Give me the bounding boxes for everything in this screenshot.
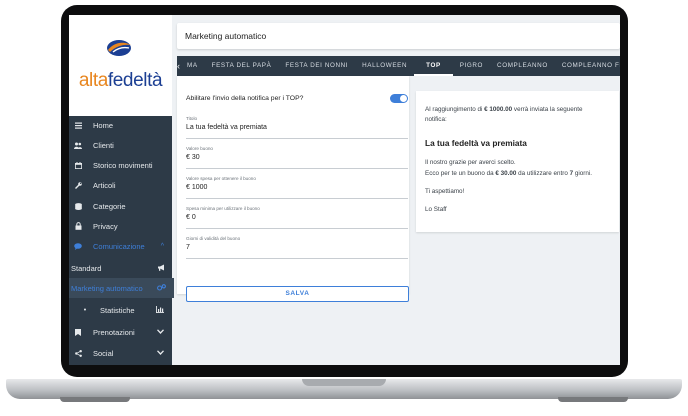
gears-icon <box>157 283 166 293</box>
sidebar-item-clienti[interactable]: Clienti <box>69 135 172 155</box>
tab-halloween[interactable]: HALLOWEEN <box>355 56 414 76</box>
megaphone-icon <box>158 264 166 273</box>
notification-form: Abilitare l'invio della notifica per i T… <box>177 76 409 302</box>
lock-icon <box>74 222 82 230</box>
sidebar-subitem-standard[interactable]: Standard <box>69 258 174 278</box>
bar-chart-icon <box>156 305 164 315</box>
share-icon <box>74 349 82 357</box>
sidebar-item-label: Articoli <box>93 180 116 190</box>
field-label: Valore buono <box>186 146 213 151</box>
page-header: Marketing automatico <box>177 23 620 49</box>
sidebar-item-label: Clienti <box>93 140 114 150</box>
sidebar-item-social[interactable]: Social <box>69 343 172 363</box>
voucher-value-field[interactable]: Valore buono € 30 <box>186 146 408 169</box>
toggle-label: Abilitare l'invio della notifica per i T… <box>186 95 304 102</box>
sidebar-item-label: Social <box>93 348 114 358</box>
field-label: Giorni di validità del buono <box>186 236 241 241</box>
app-screen: altafedeltà Home Clienti Storico movimen… <box>69 15 620 365</box>
chat-icon <box>74 242 82 250</box>
validity-days-field[interactable]: Giorni di validità del buono 7 <box>186 236 408 259</box>
field-value: € 30 <box>186 154 200 161</box>
tab-festa-del-papa[interactable]: FESTA DEL PAPÀ <box>205 56 279 76</box>
logo-text: altafedeltà <box>78 70 163 91</box>
logo-icon <box>107 40 131 56</box>
preview-text: giorni. <box>573 170 593 177</box>
laptop-foot-right <box>558 397 628 402</box>
sidebar-subitem-marketing-automatico[interactable]: Marketing automatico <box>69 278 174 298</box>
preview-text: verrà inviata la seguente <box>512 106 583 113</box>
sidebar-item-comunicazione[interactable]: Comunicazione ^ <box>69 236 172 256</box>
field-value: La tua fedeltà va premiata <box>186 124 267 131</box>
tab-compleanno[interactable]: COMPLEANNO <box>490 56 555 76</box>
preview-text: Ecco per te un buono da <box>425 170 496 177</box>
calendar-icon <box>74 161 82 169</box>
sidebar-item-label: Home <box>93 120 114 130</box>
preview-intro-line2: notifica: <box>425 116 447 123</box>
tab-partial[interactable]: MA <box>180 56 205 76</box>
sidebar-item-label: Standard <box>71 263 102 273</box>
minimum-spend-field[interactable]: Spesa minima per utilizzare il buono € 0 <box>186 206 408 229</box>
field-label: Spesa minima per utilizzare il buono <box>186 206 260 211</box>
field-label: Valore spesa per ottenere il buono <box>186 176 256 181</box>
preview-title: La tua fedeltà va premiata <box>425 138 527 148</box>
field-value: € 1000 <box>186 184 208 191</box>
users-icon <box>74 141 82 149</box>
preview-amount: € 30.00 <box>495 170 517 177</box>
save-button[interactable]: SALVA <box>186 286 409 302</box>
tab-festa-dei-nonni[interactable]: FESTA DEI NONNI <box>278 56 355 76</box>
sidebar-item-articoli[interactable]: Articoli <box>69 175 172 195</box>
page-title: Marketing automatico <box>185 31 267 41</box>
sidebar-item-label: Statistiche <box>100 305 135 315</box>
sidebar-item-label: Marketing automatico <box>71 283 143 293</box>
chevron-up-icon: ^ <box>160 242 164 250</box>
field-value: 7 <box>186 244 190 251</box>
sidebar-item-prenotazioni[interactable]: Prenotazioni <box>69 322 172 342</box>
tab-compleanno-figli[interactable]: COMPLEANNO FIGLI <box>555 56 620 76</box>
preview-closing: Ti aspettiamo! <box>425 188 465 195</box>
sidebar-item-home[interactable]: Home <box>69 115 172 135</box>
title-field[interactable]: Titolo La tua fedeltà va premiata <box>186 116 408 139</box>
sidebar: altafedeltà Home Clienti Storico movimen… <box>69 15 174 365</box>
field-label: Titolo <box>186 116 198 121</box>
chevron-down-icon <box>157 328 164 336</box>
field-value: € 0 <box>186 214 196 221</box>
tab-pigro[interactable]: PIGRO <box>453 56 490 76</box>
wrench-icon <box>74 181 82 189</box>
dot-icon: • <box>83 306 87 314</box>
enable-notification-toggle[interactable] <box>390 94 408 103</box>
preview-text: Al raggiungimento di <box>425 106 485 113</box>
menu-icon <box>74 121 82 129</box>
preview-amount: € 1000.00 <box>484 106 513 113</box>
preview-intro: Al raggiungimento di € 1000.00 verrà inv… <box>425 106 583 113</box>
sidebar-item-label: Categorie <box>93 201 126 211</box>
sidebar-item-label: Comunicazione <box>93 241 145 251</box>
laptop-notch <box>302 379 386 386</box>
chevron-down-icon <box>157 349 164 357</box>
preview-signature: Lo Staff <box>425 206 447 213</box>
sidebar-item-categorie[interactable]: Categorie <box>69 196 172 216</box>
sidebar-item-label: Privacy <box>93 221 118 231</box>
notification-preview: Al raggiungimento di € 1000.00 verrà inv… <box>416 91 619 232</box>
bookmark-icon <box>74 328 82 336</box>
preview-body1: Il nostro grazie per averci scelto. <box>425 159 516 166</box>
sidebar-item-storico[interactable]: Storico movimenti <box>69 155 172 175</box>
sidebar-item-label: Storico movimenti <box>93 160 153 170</box>
campaign-tabs: ‹ MA FESTA DEL PAPÀ FESTA DEI NONNI HALL… <box>177 56 620 76</box>
preview-text: da utilizzare entro <box>516 170 570 177</box>
logo-area: altafedeltà <box>69 15 172 116</box>
database-icon <box>74 202 82 210</box>
preview-body2: Ecco per te un buono da € 30.00 da utili… <box>425 170 592 177</box>
sidebar-item-label: Prenotazioni <box>93 327 135 337</box>
sidebar-item-statistiche[interactable]: • Statistiche <box>69 300 172 320</box>
spend-threshold-field[interactable]: Valore spesa per ottenere il buono € 100… <box>186 176 408 199</box>
sidebar-item-privacy[interactable]: Privacy <box>69 216 172 236</box>
tab-top[interactable]: TOP <box>414 56 453 76</box>
laptop-foot-left <box>60 397 130 402</box>
